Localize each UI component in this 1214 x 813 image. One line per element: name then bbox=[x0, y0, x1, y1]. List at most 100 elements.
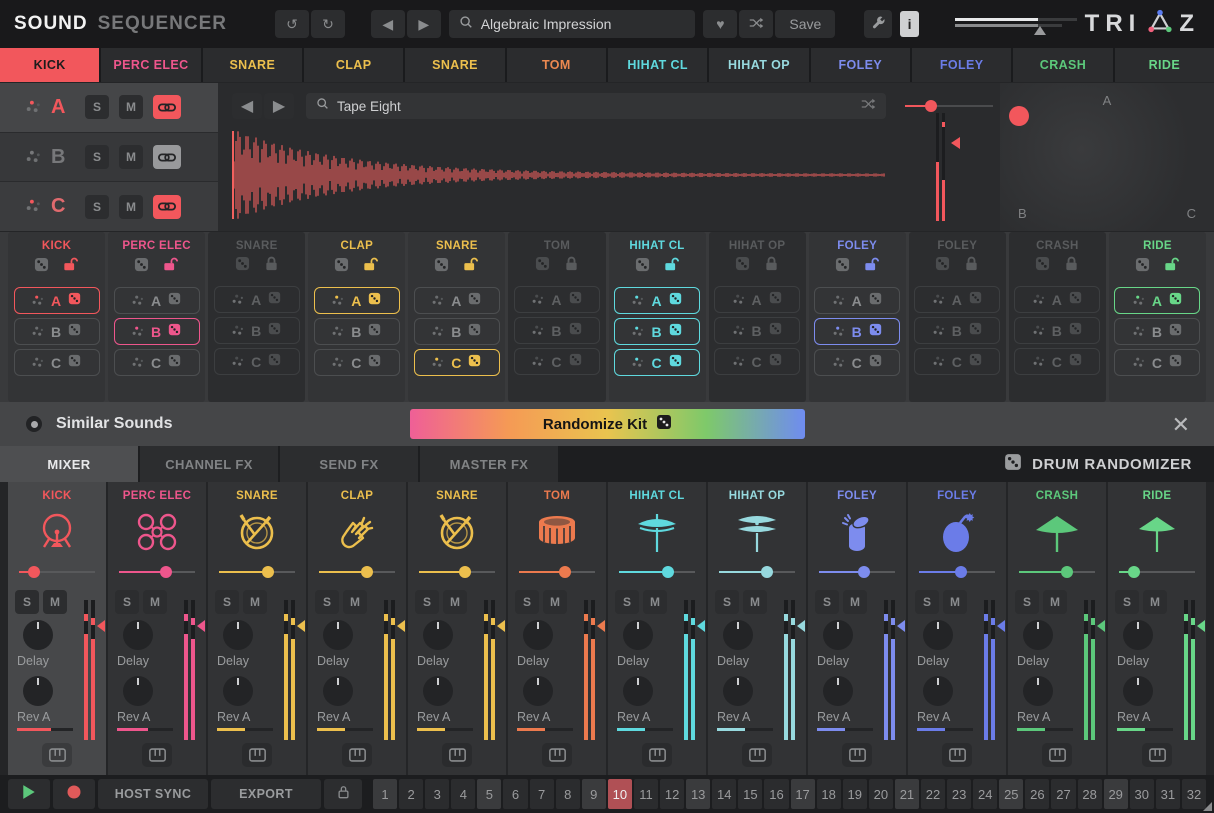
reverb-send-knob[interactable] bbox=[223, 676, 253, 706]
step-11[interactable]: 11 bbox=[634, 779, 658, 809]
slot-randomize-button[interactable] bbox=[268, 322, 281, 340]
pan-slider[interactable] bbox=[319, 566, 395, 578]
channel-mute-button[interactable]: M bbox=[843, 590, 867, 614]
layer-slot-b[interactable]: B bbox=[314, 318, 400, 345]
delay-send-knob[interactable] bbox=[523, 620, 553, 650]
step-19[interactable]: 19 bbox=[843, 779, 867, 809]
channel-output-button[interactable] bbox=[742, 743, 772, 767]
step-2[interactable]: 2 bbox=[399, 779, 423, 809]
mixer-channel-foley[interactable]: FOLEYSMDelayRev A bbox=[808, 482, 906, 775]
layer-volume-slider[interactable] bbox=[905, 103, 993, 109]
mixer-channel-tom[interactable]: TOMSMDelayRev A bbox=[508, 482, 606, 775]
slot-randomize-button[interactable] bbox=[869, 323, 882, 341]
step-28[interactable]: 28 bbox=[1078, 779, 1102, 809]
channel-output-button[interactable] bbox=[542, 743, 572, 767]
info-button[interactable]: i bbox=[900, 11, 919, 37]
drum-tab-foley[interactable]: FOLEY bbox=[811, 48, 910, 82]
column-lock-button[interactable] bbox=[163, 256, 179, 277]
channel-output-button[interactable] bbox=[442, 743, 472, 767]
mixer-channel-hihat-op[interactable]: HIHAT OPSMDelayRev A bbox=[708, 482, 806, 775]
pan-slider[interactable] bbox=[519, 566, 595, 578]
layer-slot-c[interactable]: C bbox=[414, 349, 500, 376]
pan-handle[interactable] bbox=[459, 566, 471, 578]
channel-solo-button[interactable]: S bbox=[215, 590, 239, 614]
column-randomize-button[interactable] bbox=[134, 257, 149, 277]
pattern-lock-button[interactable] bbox=[324, 779, 362, 809]
step-7[interactable]: 7 bbox=[530, 779, 554, 809]
delay-send-knob[interactable] bbox=[923, 620, 953, 650]
channel-output-button[interactable] bbox=[42, 743, 72, 767]
pan-slider[interactable] bbox=[1019, 566, 1095, 578]
layer-slot-b[interactable]: B bbox=[14, 318, 100, 345]
layer-row-b[interactable]: BSM bbox=[0, 133, 218, 182]
pan-slider[interactable] bbox=[219, 566, 295, 578]
drum-tab-tom[interactable]: TOM bbox=[507, 48, 606, 82]
volume-handle[interactable] bbox=[1034, 26, 1046, 35]
step-4[interactable]: 4 bbox=[451, 779, 475, 809]
step-5[interactable]: 5 bbox=[477, 779, 501, 809]
slot-randomize-button[interactable] bbox=[468, 323, 481, 341]
next-sample-button[interactable]: ▶ bbox=[264, 93, 294, 119]
mixer-channel-hihat-cl[interactable]: HIHAT CLSMDelayRev A bbox=[608, 482, 706, 775]
layer-slot-a[interactable]: A bbox=[614, 287, 700, 314]
mixer-channel-snare[interactable]: SNARESMDelayRev A bbox=[408, 482, 506, 775]
column-randomize-button[interactable] bbox=[334, 257, 349, 277]
channel-solo-button[interactable]: S bbox=[715, 590, 739, 614]
layer-link-button[interactable] bbox=[153, 145, 181, 169]
pan-slider[interactable] bbox=[819, 566, 895, 578]
layer-slot-a[interactable]: A bbox=[314, 287, 400, 314]
column-randomize-button[interactable] bbox=[735, 256, 750, 276]
fx-tab-master-fx[interactable]: MASTER FX bbox=[420, 446, 558, 482]
column-lock-button[interactable] bbox=[63, 256, 79, 277]
layer-slot-b[interactable]: B bbox=[214, 317, 300, 344]
pan-handle[interactable] bbox=[955, 566, 967, 578]
pan-handle[interactable] bbox=[262, 566, 274, 578]
layer-row-c[interactable]: CSM bbox=[0, 182, 218, 231]
slot-randomize-button[interactable] bbox=[268, 353, 281, 371]
layer-slot-b[interactable]: B bbox=[414, 318, 500, 345]
pan-handle[interactable] bbox=[761, 566, 773, 578]
column-lock-button[interactable] bbox=[1064, 256, 1079, 276]
step-15[interactable]: 15 bbox=[738, 779, 762, 809]
undo-button[interactable]: ↺ bbox=[275, 10, 309, 38]
drum-tab-hihat-op[interactable]: HIHAT OP bbox=[709, 48, 808, 82]
step-24[interactable]: 24 bbox=[973, 779, 997, 809]
layer-slot-b[interactable]: B bbox=[614, 318, 700, 345]
export-button[interactable]: EXPORT bbox=[211, 779, 321, 809]
column-randomize-button[interactable] bbox=[535, 256, 550, 276]
step-14[interactable]: 14 bbox=[712, 779, 736, 809]
mixer-channel-ride[interactable]: RIDESMDelayRev A bbox=[1108, 482, 1206, 775]
column-randomize-button[interactable] bbox=[34, 257, 49, 277]
pan-handle[interactable] bbox=[361, 566, 373, 578]
settings-button[interactable] bbox=[864, 10, 892, 38]
pan-handle[interactable] bbox=[559, 566, 571, 578]
slot-randomize-button[interactable] bbox=[969, 353, 982, 371]
layer-slot-a[interactable]: A bbox=[714, 286, 800, 313]
layer-slot-b[interactable]: B bbox=[814, 318, 900, 345]
layer-xy-pad[interactable]: A B C bbox=[1000, 83, 1214, 231]
slot-randomize-button[interactable] bbox=[669, 354, 682, 372]
channel-solo-button[interactable]: S bbox=[915, 590, 939, 614]
column-lock-button[interactable] bbox=[964, 256, 979, 276]
slot-randomize-button[interactable] bbox=[368, 323, 381, 341]
mixer-channel-foley[interactable]: FOLEYSMDelayRev A bbox=[908, 482, 1006, 775]
drum-tab-snare[interactable]: SNARE bbox=[405, 48, 504, 82]
slot-randomize-button[interactable] bbox=[468, 354, 481, 372]
randomize-kit-button[interactable]: Randomize Kit bbox=[410, 409, 805, 439]
pan-slider[interactable] bbox=[919, 566, 995, 578]
channel-mute-button[interactable]: M bbox=[1143, 590, 1167, 614]
layer-solo-button[interactable]: S bbox=[85, 195, 109, 219]
drum-tab-clap[interactable]: CLAP bbox=[304, 48, 403, 82]
layer-solo-button[interactable]: S bbox=[85, 145, 109, 169]
column-randomize-button[interactable] bbox=[635, 257, 650, 277]
column-lock-button[interactable] bbox=[764, 256, 779, 276]
step-26[interactable]: 26 bbox=[1025, 779, 1049, 809]
channel-output-button[interactable] bbox=[842, 743, 872, 767]
shuffle-sample-icon[interactable] bbox=[861, 97, 876, 115]
slot-randomize-button[interactable] bbox=[368, 292, 381, 310]
channel-mute-button[interactable]: M bbox=[1043, 590, 1067, 614]
fx-tab-mixer[interactable]: MIXER bbox=[0, 446, 138, 482]
slot-randomize-button[interactable] bbox=[1169, 292, 1182, 310]
reverb-send-knob[interactable] bbox=[123, 676, 153, 706]
delay-send-knob[interactable] bbox=[623, 620, 653, 650]
